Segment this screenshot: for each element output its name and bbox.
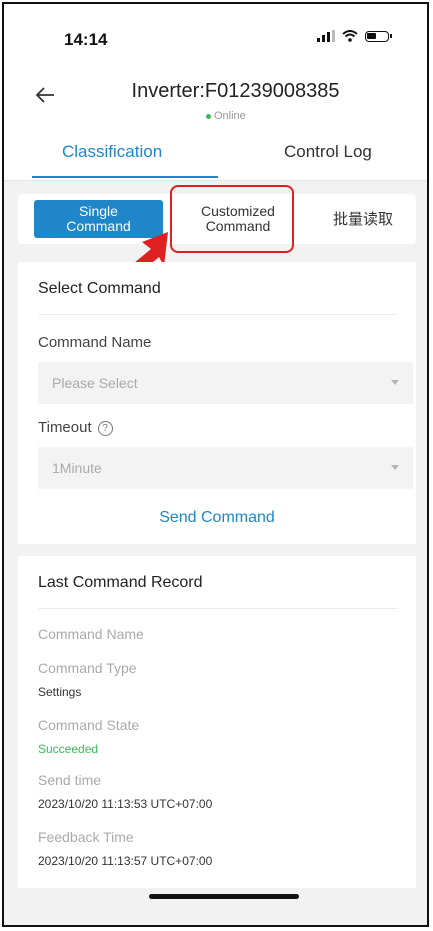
record-feedback-time-label: Feedback Time — [38, 829, 134, 845]
tab-classification[interactable]: Classification — [62, 142, 162, 162]
highlight-annotation — [170, 185, 294, 253]
battery-icon — [365, 30, 392, 42]
record-command-state-value: Succeeded — [38, 742, 99, 756]
divider — [38, 608, 398, 609]
online-dot-icon — [206, 113, 211, 119]
send-command-button[interactable]: Send Command — [18, 509, 416, 527]
online-label: Online — [214, 110, 246, 122]
wifi-icon — [342, 30, 358, 42]
last-command-record-card: Last Command Record Command Name Command… — [18, 556, 416, 888]
home-indicator[interactable] — [149, 894, 299, 899]
record-feedback-time-value: 2023/10/20 11:13:57 UTC+07:00 — [38, 854, 213, 868]
chevron-down-icon — [391, 465, 399, 470]
record-command-name-label: Command Name — [38, 626, 144, 642]
record-command-type-label: Command Type — [38, 660, 137, 676]
status-time: 14:14 — [64, 30, 108, 49]
command-name-select[interactable]: Please Select — [38, 362, 413, 404]
timeout-select[interactable]: 1Minute — [38, 447, 413, 489]
status-bar: 14:14 — [4, 4, 427, 66]
last-record-title: Last Command Record — [38, 574, 203, 591]
phone-frame: 14:14 Inverter:F01239008385 Online Class… — [2, 2, 429, 927]
select-command-card: Select Command Command Name Please Selec… — [18, 262, 416, 544]
online-status: Online — [206, 110, 246, 122]
divider — [38, 314, 398, 315]
record-send-time-label: Send time — [38, 772, 102, 788]
help-icon[interactable]: ? — [97, 421, 113, 436]
status-icons — [317, 30, 392, 42]
timeout-label: Timeout? — [38, 419, 113, 436]
record-command-state-label: Command State — [38, 717, 140, 733]
timeout-value: 1Minute — [52, 460, 102, 476]
signal-icon — [317, 30, 335, 42]
record-send-time-value: 2023/10/20 11:13:53 UTC+07:00 — [38, 797, 213, 811]
select-command-title: Select Command — [38, 280, 161, 297]
active-tab-indicator — [32, 176, 218, 178]
chevron-down-icon — [391, 380, 399, 385]
tab-control-log[interactable]: Control Log — [284, 142, 372, 162]
record-command-type-value: Settings — [38, 685, 82, 699]
page-title: Inverter:F01239008385 — [131, 80, 340, 102]
tab-bar: Classification Control Log — [4, 136, 427, 181]
batch-read-button[interactable]: 批量读取 — [313, 194, 413, 244]
command-name-label: Command Name — [38, 334, 152, 351]
command-name-placeholder: Please Select — [52, 375, 138, 391]
